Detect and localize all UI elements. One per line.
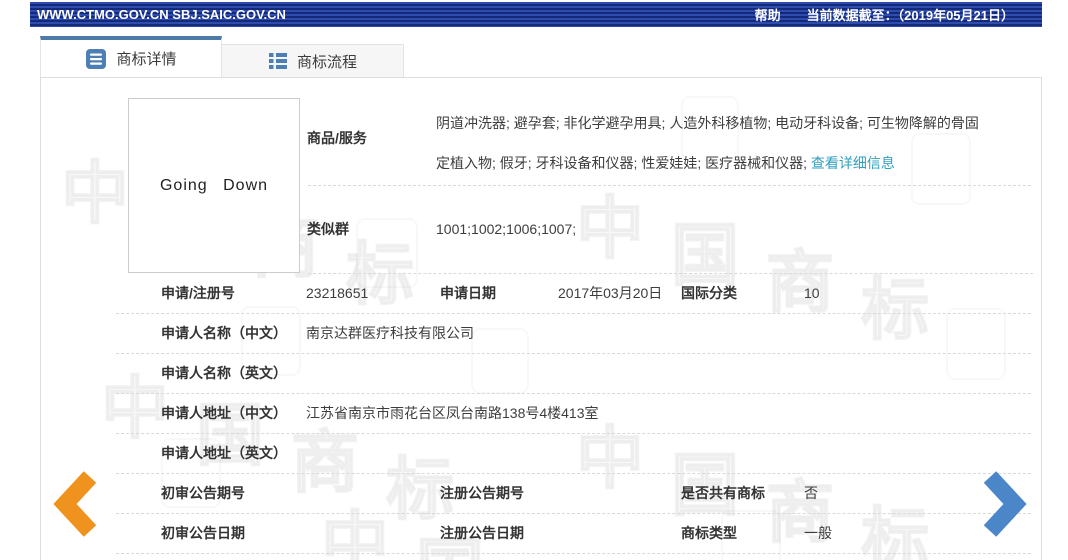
applicant-addr-en-label: 申请人地址（英文） (161, 445, 287, 461)
top-bar: WWW.CTMO.GOV.CN SBJ.SAIC.GOV.CN 帮助 当前数据截… (30, 2, 1042, 27)
tab-label: 商标流程 (296, 53, 357, 71)
previous-record-button[interactable] (52, 470, 100, 538)
trademark-detail-panel: 中国商标中国商标中国商标中国商标中国商标 Going Down 商品/服务 阴道… (40, 77, 1042, 560)
applicant-name-cn-value: 南京达群医疗科技有限公司 (306, 325, 474, 341)
tab-trademark-details[interactable]: 商标详情 (40, 36, 222, 77)
first-pub-no-label: 初审公告期号 (161, 485, 245, 501)
table-row: 申请人地址（中文） 江苏省南京市雨花台区凤台南路138号4楼413室 (116, 394, 1031, 434)
reg-no-label: 申请/注册号 (161, 285, 235, 301)
mark-type-label: 商标类型 (681, 525, 737, 541)
chevron-left-icon (52, 471, 100, 541)
intl-class-value: 10 (804, 285, 820, 301)
table-row: 申请人地址（英文） (116, 434, 1031, 474)
app-date-value: 2017年03月20日 (558, 285, 663, 301)
shared-mark-value: 否 (804, 485, 818, 501)
goods-services-text: 阴道冲洗器; 避孕套; 非化学避孕用具; 人造外科移植物; 电动牙科设备; 可生… (436, 115, 979, 171)
trademark-image-text: Going Down (159, 176, 269, 194)
similar-group-value: 1001;1002;1006;1007; (436, 221, 577, 237)
field-rows: 申请/注册号 23218651 申请日期 2017年03月20日 国际分类 10… (116, 274, 1031, 554)
page: WWW.CTMO.GOV.CN SBJ.SAIC.GOV.CN 帮助 当前数据截… (0, 0, 1068, 560)
mark-type-value: 一般 (804, 525, 832, 541)
details-list-icon (85, 48, 107, 70)
reg-pub-no-label: 注册公告期号 (440, 485, 524, 501)
applicant-addr-cn-value: 江苏省南京市雨花台区凤台南路138号4楼413室 (306, 405, 599, 421)
separator (308, 185, 1031, 186)
chevron-right-icon (980, 471, 1028, 541)
app-date-label: 申请日期 (440, 285, 496, 301)
help-link[interactable]: 帮助 (755, 5, 781, 24)
tab-label: 商标详情 (116, 51, 177, 68)
table-row: 初审公告日期 注册公告日期 商标类型 一般 (116, 514, 1031, 554)
table-row: 申请人名称（英文） (116, 354, 1031, 394)
reg-no-value: 23218651 (306, 285, 369, 301)
applicant-addr-cn-label: 申请人地址（中文） (161, 405, 287, 421)
applicant-name-cn-label: 申请人名称（中文） (161, 325, 287, 341)
trademark-image: Going Down (128, 98, 300, 273)
applicant-name-en-label: 申请人名称（英文） (161, 365, 287, 381)
table-row: 申请/注册号 23218651 申请日期 2017年03月20日 国际分类 10 (116, 274, 1031, 314)
shared-mark-label: 是否共有商标 (681, 485, 765, 501)
view-details-link[interactable]: 查看详细信息 (811, 155, 895, 171)
data-cutoff-label: 当前数据截至：（2019年05月21日） (806, 8, 1014, 23)
process-list-icon (268, 51, 288, 71)
reg-pub-date-label: 注册公告日期 (440, 525, 524, 541)
intl-class-label: 国际分类 (681, 285, 737, 301)
table-row: 申请人名称（中文） 南京达群医疗科技有限公司 (116, 314, 1031, 354)
first-pub-date-label: 初审公告日期 (161, 525, 245, 541)
goods-services-label: 商品/服务 (307, 130, 367, 146)
tab-trademark-process[interactable]: 商标流程 (222, 44, 404, 77)
site-title: WWW.CTMO.GOV.CN SBJ.SAIC.GOV.CN (37, 7, 286, 22)
similar-group-label: 类似群 (307, 221, 349, 237)
goods-services-value: 阴道冲洗器; 避孕套; 非化学避孕用具; 人造外科移植物; 电动牙科设备; 可生… (436, 103, 981, 183)
next-record-button[interactable] (980, 470, 1028, 538)
table-row: 初审公告期号 注册公告期号 是否共有商标 否 (116, 474, 1031, 514)
